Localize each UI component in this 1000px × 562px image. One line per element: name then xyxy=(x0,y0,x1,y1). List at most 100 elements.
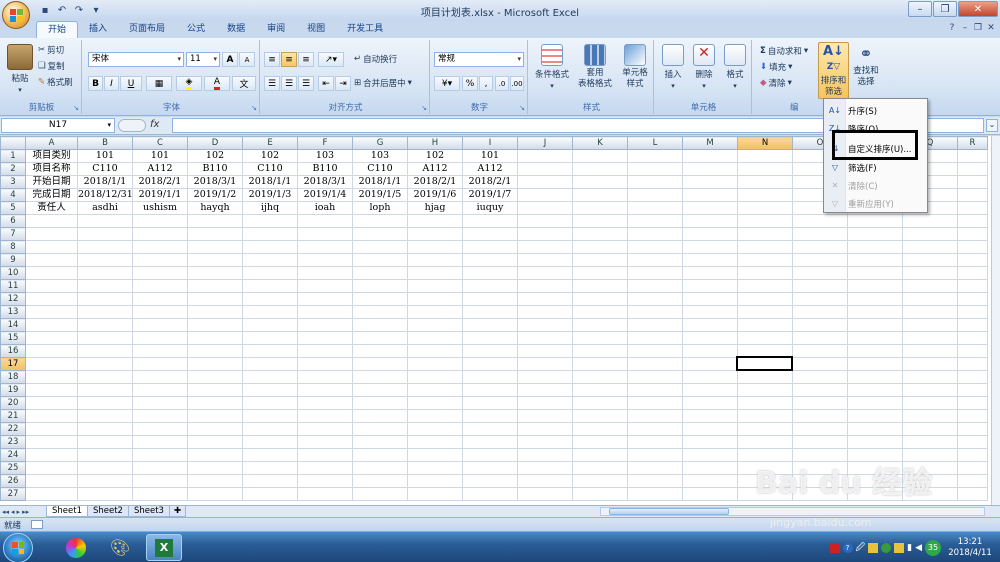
cell[interactable] xyxy=(77,344,133,358)
cell[interactable] xyxy=(242,461,298,475)
cell[interactable] xyxy=(297,253,353,267)
cell[interactable] xyxy=(572,357,628,371)
cell[interactable] xyxy=(737,201,793,215)
cell[interactable] xyxy=(242,396,298,410)
copy-button[interactable]: ❏ 复制 xyxy=(38,60,65,72)
cell[interactable] xyxy=(297,409,353,423)
cell-styles-button[interactable]: 单元格 样式 xyxy=(618,44,652,90)
cell[interactable]: C110 xyxy=(77,162,133,176)
cell[interactable] xyxy=(352,357,408,371)
cell[interactable] xyxy=(242,474,298,488)
italic-button[interactable]: I xyxy=(104,76,119,91)
cell[interactable] xyxy=(902,227,958,241)
cell[interactable] xyxy=(682,318,738,332)
cell[interactable] xyxy=(352,422,408,436)
cell[interactable] xyxy=(737,409,793,423)
cell[interactable] xyxy=(407,461,463,475)
font-name-select[interactable]: 宋体 ▾ xyxy=(88,52,184,67)
tray-icon[interactable] xyxy=(829,542,840,553)
cell[interactable] xyxy=(737,162,793,176)
cell[interactable]: 2019/1/3 xyxy=(242,188,298,202)
cell[interactable] xyxy=(462,305,518,319)
cell[interactable] xyxy=(957,487,988,501)
cell[interactable] xyxy=(517,201,573,215)
cell[interactable] xyxy=(517,344,573,358)
prev-sheet-icon[interactable]: ◂ xyxy=(11,508,15,516)
cell[interactable] xyxy=(902,240,958,254)
cell[interactable] xyxy=(572,188,628,202)
cell[interactable] xyxy=(792,344,848,358)
cell[interactable] xyxy=(682,396,738,410)
cell[interactable] xyxy=(517,175,573,189)
cell[interactable] xyxy=(792,435,848,449)
cell[interactable] xyxy=(77,474,133,488)
row-header[interactable]: 2 xyxy=(0,162,26,176)
cell[interactable] xyxy=(737,396,793,410)
cell[interactable] xyxy=(682,266,738,280)
cell[interactable] xyxy=(242,227,298,241)
cell[interactable] xyxy=(957,227,988,241)
cell[interactable]: 2019/1/4 xyxy=(297,188,353,202)
cell[interactable] xyxy=(25,435,78,449)
cell[interactable] xyxy=(77,409,133,423)
cell[interactable] xyxy=(242,292,298,306)
cell[interactable]: 101 xyxy=(77,149,133,163)
help-icon[interactable]: ? xyxy=(947,23,957,33)
row-header[interactable]: 24 xyxy=(0,448,26,462)
delete-cells-button[interactable]: ✕ 删除 ▾ xyxy=(689,44,719,90)
cell[interactable] xyxy=(462,214,518,228)
cell[interactable] xyxy=(957,318,988,332)
cell[interactable]: B110 xyxy=(297,162,353,176)
cell[interactable] xyxy=(847,214,903,228)
cell[interactable] xyxy=(957,253,988,267)
cell[interactable] xyxy=(297,279,353,293)
cell[interactable] xyxy=(242,370,298,384)
cell[interactable] xyxy=(517,435,573,449)
minimize-button[interactable]: – xyxy=(908,1,932,17)
cell[interactable] xyxy=(25,474,78,488)
cell[interactable] xyxy=(352,344,408,358)
row-header[interactable]: 9 xyxy=(0,253,26,267)
cell[interactable] xyxy=(242,409,298,423)
cell[interactable] xyxy=(572,214,628,228)
menu-item-0[interactable]: A↓ 升序(S) xyxy=(824,102,927,119)
row-header[interactable]: 8 xyxy=(0,240,26,254)
row-header[interactable]: 23 xyxy=(0,435,26,449)
cell[interactable] xyxy=(77,435,133,449)
cell[interactable]: 2018/2/1 xyxy=(407,175,463,189)
cell[interactable] xyxy=(407,227,463,241)
cell[interactable] xyxy=(572,162,628,176)
increase-indent-button[interactable]: ⇥ xyxy=(335,76,351,91)
cell[interactable] xyxy=(297,240,353,254)
cell[interactable] xyxy=(627,188,683,202)
cell[interactable] xyxy=(682,162,738,176)
cell[interactable] xyxy=(627,331,683,345)
cell[interactable] xyxy=(572,201,628,215)
network-icon[interactable]: ▮ xyxy=(907,543,912,553)
cell[interactable] xyxy=(902,253,958,267)
cell[interactable] xyxy=(737,253,793,267)
cell[interactable] xyxy=(132,487,188,501)
cell[interactable] xyxy=(737,292,793,306)
menu-item-3[interactable]: ▽ 筛选(F) xyxy=(824,159,927,176)
cell[interactable] xyxy=(352,279,408,293)
cell[interactable] xyxy=(77,383,133,397)
cell[interactable] xyxy=(517,149,573,163)
cell[interactable] xyxy=(957,188,988,202)
cell[interactable] xyxy=(462,266,518,280)
cell[interactable] xyxy=(462,409,518,423)
cell[interactable] xyxy=(77,253,133,267)
cell[interactable] xyxy=(572,422,628,436)
cell[interactable] xyxy=(517,266,573,280)
cell[interactable] xyxy=(902,344,958,358)
cell[interactable] xyxy=(462,474,518,488)
cell[interactable] xyxy=(187,292,243,306)
cell[interactable] xyxy=(352,305,408,319)
cell[interactable] xyxy=(132,266,188,280)
cell[interactable] xyxy=(957,214,988,228)
cell[interactable] xyxy=(242,331,298,345)
cell[interactable] xyxy=(25,448,78,462)
cell[interactable] xyxy=(187,318,243,332)
cell[interactable] xyxy=(242,240,298,254)
cell[interactable] xyxy=(187,253,243,267)
